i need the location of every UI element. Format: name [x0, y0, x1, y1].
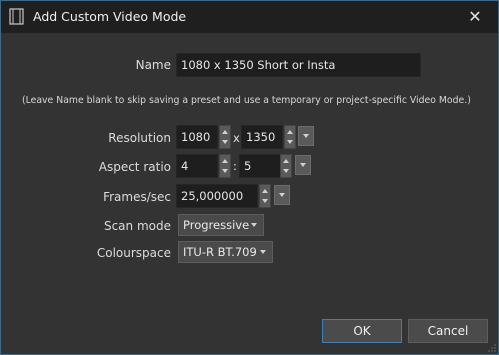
spin-up-icon[interactable] [222, 130, 228, 134]
dialog-window: Add Custom Video Mode ✕ Name 1080 x 1350… [0, 0, 499, 355]
close-button[interactable]: ✕ [452, 1, 498, 33]
cancel-button[interactable]: Cancel [408, 319, 488, 343]
resolution-preset-dropdown[interactable] [298, 126, 314, 146]
colourspace-select[interactable]: ITU-R BT.709 [178, 241, 273, 263]
name-input[interactable]: 1080 x 1350 Short or Insta [176, 53, 421, 77]
aspect-ratio-label: Aspect ratio [98, 160, 171, 174]
frames-per-sec-dropdown[interactable] [274, 185, 290, 205]
scan-mode-select[interactable]: Progressive [178, 214, 264, 236]
spin-down-icon[interactable] [287, 140, 293, 144]
aspect-numerator-stepper[interactable] [219, 154, 231, 178]
spin-up-icon[interactable] [222, 159, 228, 163]
colourspace-label: Colourspace [96, 246, 171, 260]
aspect-denominator-stepper[interactable] [280, 154, 292, 178]
scan-mode-value: Progressive [183, 218, 250, 232]
resolution-separator: x [233, 131, 240, 145]
resolution-width-input[interactable]: 1080 [176, 125, 218, 149]
resolution-width-stepper[interactable] [219, 125, 231, 149]
title-bar[interactable]: Add Custom Video Mode ✕ [1, 1, 498, 33]
spin-down-icon[interactable] [262, 199, 268, 203]
chevron-down-icon [251, 223, 257, 227]
aspect-preset-dropdown[interactable] [295, 155, 311, 175]
frames-per-sec-input[interactable]: 25,000000 [176, 184, 258, 208]
resolution-label: Resolution [108, 131, 171, 145]
aspect-separator: : [233, 159, 237, 173]
aspect-denominator-input[interactable]: 5 [239, 154, 281, 178]
hint-text: (Leave Name blank to skip saving a prese… [22, 95, 471, 106]
resize-grip-icon[interactable] [488, 344, 496, 352]
chevron-down-icon [303, 134, 309, 138]
resolution-height-stepper[interactable] [284, 125, 296, 149]
frames-per-sec-stepper[interactable] [259, 184, 271, 208]
spin-down-icon[interactable] [222, 140, 228, 144]
chevron-down-icon [300, 163, 306, 167]
window-title: Add Custom Video Mode [33, 9, 187, 24]
scan-mode-label: Scan mode [103, 219, 171, 233]
spin-up-icon[interactable] [283, 159, 289, 163]
colourspace-value: ITU-R BT.709 [183, 245, 257, 259]
aspect-numerator-input[interactable]: 4 [176, 154, 218, 178]
resolution-height-input[interactable]: 1350 [241, 125, 283, 149]
frames-per-sec-label: Frames/sec [103, 190, 171, 204]
chevron-down-icon [260, 250, 266, 254]
spin-down-icon[interactable] [222, 169, 228, 173]
film-strip-icon [9, 8, 24, 25]
spin-up-icon[interactable] [262, 189, 268, 193]
chevron-down-icon [279, 193, 285, 197]
name-label: Name [135, 58, 171, 72]
close-icon: ✕ [468, 7, 482, 26]
spin-down-icon[interactable] [283, 169, 289, 173]
spin-up-icon[interactable] [287, 130, 293, 134]
ok-button[interactable]: OK [322, 319, 402, 343]
